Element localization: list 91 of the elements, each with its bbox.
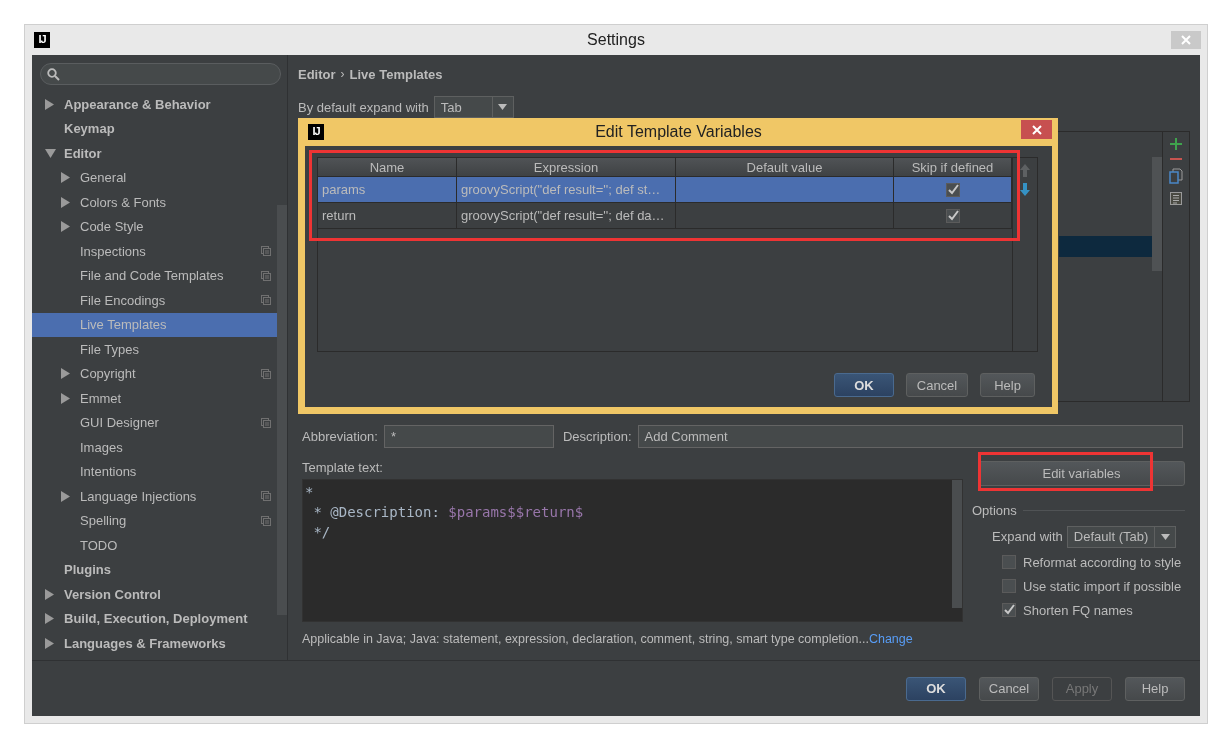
tree-item[interactable]: File Types xyxy=(32,337,277,362)
tree-item[interactable]: Editor xyxy=(32,141,277,166)
arrow-down-icon[interactable] xyxy=(1020,183,1030,196)
list-icon[interactable] xyxy=(1170,192,1182,205)
description-label: Description: xyxy=(562,429,632,444)
expand-arrow-icon[interactable] xyxy=(61,392,70,404)
checkbox[interactable] xyxy=(1002,579,1016,593)
close-icon xyxy=(1181,35,1191,45)
breadcrumb-item[interactable]: Live Templates xyxy=(349,66,443,82)
breadcrumb-separator: › xyxy=(340,67,345,81)
app-logo: IJ xyxy=(34,32,50,48)
dialog-button[interactable]: Cancel xyxy=(979,676,1039,701)
options-heading: Options xyxy=(972,503,1017,518)
dialog-button[interactable]: Cancel xyxy=(906,373,968,397)
table-row[interactable]: return groovyScript("def result=''; def da… xyxy=(318,203,1012,229)
change-link[interactable]: Change xyxy=(868,632,913,646)
table-cell: return xyxy=(318,203,457,228)
abbreviation-label: Abbreviation: xyxy=(302,429,378,444)
window-title: Settings xyxy=(587,31,645,48)
expand-arrow-icon[interactable] xyxy=(61,196,70,208)
expand-arrow-icon[interactable] xyxy=(61,368,70,380)
dropdown-arrow-icon xyxy=(1160,533,1170,540)
tree-item[interactable]: Code Style xyxy=(32,214,277,239)
close-button[interactable] xyxy=(1021,120,1052,139)
tree-item[interactable]: Colors & Fonts xyxy=(32,190,277,215)
dialog-button[interactable]: Help xyxy=(980,373,1035,397)
tree-item[interactable]: Languages & Frameworks xyxy=(32,631,277,656)
tree-item[interactable]: GUI Designer xyxy=(32,410,277,435)
checkbox[interactable] xyxy=(1002,603,1016,617)
breadcrumb-item[interactable]: Editor xyxy=(298,66,336,82)
column-header[interactable]: Skip if defined xyxy=(894,158,1012,176)
tree-item[interactable]: Appearance & Behavior xyxy=(32,92,277,117)
expand-with-label: Expand with xyxy=(992,529,1063,544)
tree-item[interactable]: General xyxy=(32,165,277,190)
checkbox[interactable] xyxy=(945,182,960,197)
tree-item[interactable]: Inspections xyxy=(32,239,277,264)
search-field[interactable] xyxy=(40,63,281,85)
expand-with-dropdown[interactable]: Default (Tab) xyxy=(1066,525,1177,548)
dialog-button[interactable]: OK xyxy=(834,373,894,397)
add-icon[interactable] xyxy=(1170,138,1182,150)
app-logo: IJ xyxy=(308,124,324,140)
template-text-label: Template text: xyxy=(302,459,383,475)
column-header[interactable]: Name xyxy=(318,158,457,176)
tree-item[interactable]: Copyright xyxy=(32,361,277,386)
expand-arrow-icon[interactable] xyxy=(45,98,54,110)
checkbox-label[interactable]: Shorten FQ names xyxy=(1023,602,1133,618)
tree-item[interactable]: Spelling xyxy=(32,508,277,533)
scrollbar[interactable] xyxy=(1152,157,1162,271)
edit-variables-button[interactable]: Edit variables xyxy=(978,461,1185,486)
template-editor[interactable]: * * @Description: $params$$return$ */ xyxy=(302,479,963,622)
checkbox[interactable] xyxy=(945,208,960,223)
tree-item[interactable]: Intentions xyxy=(32,459,277,484)
tree-item[interactable]: File Encodings xyxy=(32,288,277,313)
description-field[interactable]: Add Comment xyxy=(637,425,1183,448)
scrollbar[interactable] xyxy=(277,205,287,615)
tree-item[interactable]: Version Control xyxy=(32,582,277,607)
expand-arrow-icon[interactable] xyxy=(61,490,70,502)
search-icon xyxy=(47,67,60,81)
tree-item[interactable]: Images xyxy=(32,435,277,460)
dialog-button[interactable]: Help xyxy=(1125,676,1185,701)
expand-arrow-icon[interactable] xyxy=(45,588,54,600)
dialog-button[interactable]: OK xyxy=(906,676,966,701)
column-header[interactable]: Default value xyxy=(676,158,894,176)
expand-arrow-icon[interactable] xyxy=(61,221,70,233)
close-icon xyxy=(1031,124,1042,135)
dialog-title: Edit Template Variables xyxy=(595,123,762,140)
copy-icon[interactable] xyxy=(1169,168,1183,184)
column-header[interactable]: Expression xyxy=(457,158,676,176)
scrollbar[interactable] xyxy=(952,480,962,608)
table-cell: params xyxy=(318,177,457,202)
expand-label: By default expand with xyxy=(298,99,429,115)
checkbox[interactable] xyxy=(1002,555,1016,569)
tree-item[interactable]: Build, Execution, Deployment xyxy=(32,606,277,631)
expand-dropdown[interactable]: Tab xyxy=(433,96,514,118)
table-cell: groovyScript("def result=''; def st… xyxy=(457,177,676,202)
tree-item[interactable]: Plugins xyxy=(32,557,277,582)
applicable-contexts-text: Applicable in Java; Java: statement, expression, declaration, comment, string, smart type completion...Change xyxy=(302,632,913,646)
table-cell: groovyScript("def result=''; def da… xyxy=(457,203,676,228)
expand-arrow-icon[interactable] xyxy=(45,613,54,625)
tree-item[interactable]: Language Injections xyxy=(32,484,277,509)
dropdown-arrow-icon xyxy=(498,104,508,110)
tree-item[interactable]: TODO xyxy=(32,533,277,558)
expand-arrow-icon[interactable] xyxy=(61,172,70,184)
checkbox-label[interactable]: Reformat according to style xyxy=(1023,554,1182,570)
tree-item[interactable]: File and Code Templates xyxy=(32,263,277,288)
abbreviation-field[interactable]: * xyxy=(383,425,554,448)
expand-arrow-icon[interactable] xyxy=(45,637,54,649)
checkbox-label[interactable]: Use static import if possible xyxy=(1023,578,1182,594)
tree-item[interactable]: Emmet xyxy=(32,386,277,411)
tree-item[interactable]: Keymap xyxy=(32,116,277,141)
collapse-arrow-icon[interactable] xyxy=(45,148,56,158)
